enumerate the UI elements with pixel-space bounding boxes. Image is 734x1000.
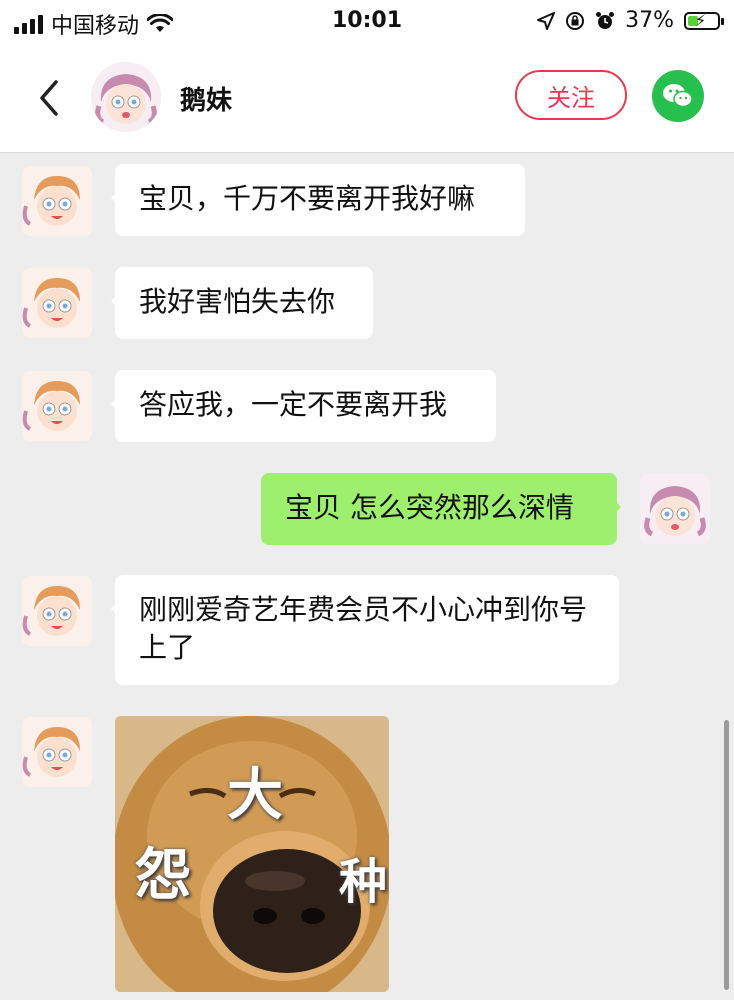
message-bubble[interactable]: 宝贝 怎么突然那么深情	[261, 473, 621, 545]
rotation-lock-icon	[566, 11, 585, 30]
contact-name: 鹅妹	[180, 86, 233, 116]
sender-avatar[interactable]	[22, 166, 92, 236]
sender-avatar[interactable]	[22, 268, 92, 338]
battery-percent: 37%	[625, 8, 674, 33]
sender-avatar[interactable]	[22, 576, 92, 646]
follow-button[interactable]: 关注	[515, 70, 627, 120]
my-avatar[interactable]	[640, 474, 710, 544]
chevron-left-icon[interactable]	[32, 78, 68, 118]
charging-bolt-icon: ⚡	[695, 10, 707, 30]
sticker-image[interactable]: 大 怨 种	[115, 716, 389, 992]
battery-icon: ⚡	[684, 10, 724, 30]
message-bubble[interactable]: 宝贝，千万不要离开我好嘛	[111, 164, 525, 236]
chat-header: 鹅妹 关注	[0, 44, 734, 153]
sticker-caption: 种	[339, 854, 388, 910]
message-bubble[interactable]: 我好害怕失去你	[111, 267, 373, 339]
sender-avatar[interactable]	[22, 717, 92, 787]
status-bar: 中国移动 10:01 37% ⚡	[0, 0, 734, 44]
alarm-clock-icon	[596, 11, 615, 29]
scrollbar[interactable]	[724, 720, 729, 990]
contact-avatar[interactable]	[91, 62, 161, 132]
wechat-icon[interactable]	[652, 70, 704, 122]
sender-avatar[interactable]	[22, 371, 92, 441]
status-right: 37% ⚡	[537, 8, 724, 33]
sticker-caption: 怨	[135, 843, 191, 908]
message-bubble[interactable]: 答应我，一定不要离开我	[111, 370, 496, 442]
location-arrow-icon	[537, 11, 556, 30]
message-bubble[interactable]: 刚刚爱奇艺年费会员不小心冲到你号上了	[111, 575, 619, 685]
sticker-caption: 大	[227, 763, 283, 828]
